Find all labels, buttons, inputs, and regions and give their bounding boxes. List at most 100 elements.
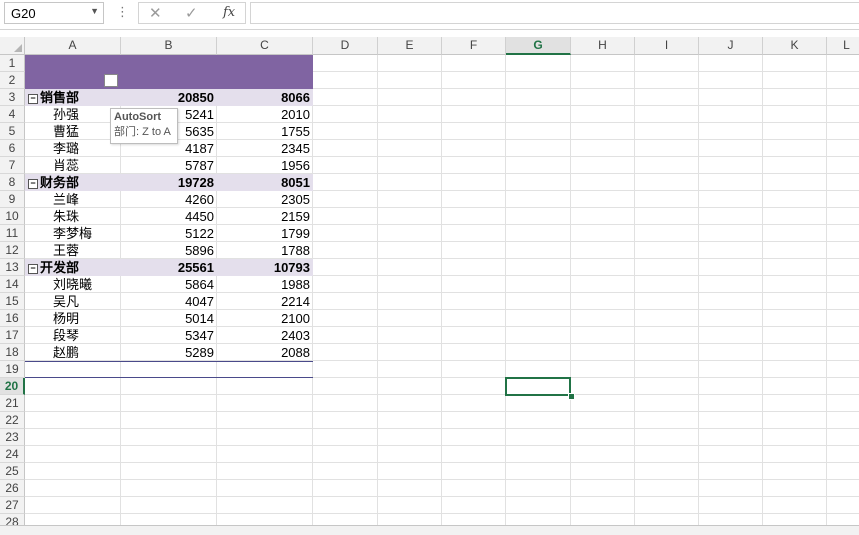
pivot-salary-value[interactable]: 5122 bbox=[121, 225, 217, 242]
pivot-item-label[interactable]: 段琴 bbox=[53, 327, 121, 344]
cancel-icon[interactable]: ✕ bbox=[149, 4, 162, 22]
pivot-salary-value[interactable]: 5896 bbox=[121, 242, 217, 259]
pivot-row-label[interactable] bbox=[28, 72, 102, 89]
row-header-26[interactable]: 26 bbox=[0, 480, 25, 497]
pivot-bonus-value[interactable]: 1799 bbox=[217, 225, 313, 242]
pivot-bonus-value[interactable]: 1956 bbox=[217, 157, 313, 174]
row-header-8[interactable]: 8 bbox=[0, 174, 25, 191]
pivot-bonus-value[interactable]: 1788 bbox=[217, 242, 313, 259]
column-header-g[interactable]: G bbox=[506, 37, 571, 55]
pivot-bonus-value[interactable]: 2305 bbox=[217, 191, 313, 208]
pivot-bonus-value[interactable]: 2159 bbox=[217, 208, 313, 225]
row-header-18[interactable]: 18 bbox=[0, 344, 25, 361]
column-header-c[interactable]: C bbox=[217, 37, 313, 55]
row-header-3[interactable]: 3 bbox=[0, 89, 25, 106]
select-all-button[interactable] bbox=[0, 37, 25, 55]
column-header-h[interactable]: H bbox=[571, 37, 635, 55]
pivot-salary-value[interactable]: 25561 bbox=[121, 259, 217, 276]
pivot-salary-value[interactable]: 20850 bbox=[121, 89, 217, 106]
row-header-25[interactable]: 25 bbox=[0, 463, 25, 480]
pivot-group-label[interactable]: − 开发部 bbox=[28, 259, 124, 276]
pivot-item-label[interactable]: 朱珠 bbox=[53, 208, 121, 225]
pivot-salary-value[interactable]: 4260 bbox=[121, 191, 217, 208]
name-box[interactable]: G20 ▼ bbox=[4, 2, 104, 24]
row-header-11[interactable]: 11 bbox=[0, 225, 25, 242]
pivot-salary-value[interactable]: 5289 bbox=[121, 344, 217, 361]
row-header-20[interactable]: 20 bbox=[0, 378, 25, 395]
row-header-19[interactable]: 19 bbox=[0, 361, 25, 378]
row-header-13[interactable]: 13 bbox=[0, 259, 25, 276]
pivot-bonus-value[interactable]: 2010 bbox=[217, 106, 313, 123]
row-header-27[interactable]: 27 bbox=[0, 497, 25, 514]
pivot-item-label[interactable]: 肖蕊 bbox=[53, 157, 121, 174]
pivot-item-label[interactable]: 杨明 bbox=[53, 310, 121, 327]
column-header-k[interactable]: K bbox=[763, 37, 827, 55]
row-header-15[interactable]: 15 bbox=[0, 293, 25, 310]
collapse-group-icon[interactable]: − bbox=[28, 264, 38, 274]
pivot-bonus-value[interactable]: 2214 bbox=[217, 293, 313, 310]
column-header-i[interactable]: I bbox=[635, 37, 699, 55]
pivot-item-label[interactable]: 刘晓曦 bbox=[53, 276, 121, 293]
collapse-group-icon[interactable]: − bbox=[28, 94, 38, 104]
row-header-4[interactable]: 4 bbox=[0, 106, 25, 123]
row-header-17[interactable]: 17 bbox=[0, 327, 25, 344]
pivot-salary-value[interactable]: 4450 bbox=[121, 208, 217, 225]
grand-total-salary[interactable] bbox=[121, 361, 217, 378]
insert-function-icon[interactable]: fx bbox=[223, 5, 235, 20]
gridline bbox=[25, 394, 859, 395]
column-header-j[interactable]: J bbox=[699, 37, 763, 55]
row-header-16[interactable]: 16 bbox=[0, 310, 25, 327]
row-header-6[interactable]: 6 bbox=[0, 140, 25, 157]
row-header-12[interactable]: 12 bbox=[0, 242, 25, 259]
formula-input[interactable] bbox=[250, 2, 859, 24]
column-header-d[interactable]: D bbox=[313, 37, 378, 55]
row-header-23[interactable]: 23 bbox=[0, 429, 25, 446]
row-header-1[interactable]: 1 bbox=[0, 55, 25, 72]
enter-icon[interactable]: ✓ bbox=[185, 4, 198, 22]
column-header-e[interactable]: E bbox=[378, 37, 442, 55]
pivot-item-label[interactable]: 吴凡 bbox=[53, 293, 121, 310]
pivot-filter-dropdown-icon[interactable] bbox=[104, 74, 118, 87]
pivot-salary-value[interactable]: 5014 bbox=[121, 310, 217, 327]
pivot-salary-value[interactable]: 19728 bbox=[121, 174, 217, 191]
row-header-5[interactable]: 5 bbox=[0, 123, 25, 140]
pivot-bonus-value[interactable]: 8051 bbox=[217, 174, 313, 191]
select-all-icon bbox=[14, 44, 22, 52]
pivot-salary-value[interactable]: 5347 bbox=[121, 327, 217, 344]
column-header-l[interactable]: L bbox=[827, 37, 859, 55]
name-box-dropdown-icon[interactable]: ▼ bbox=[90, 6, 99, 16]
column-header-a[interactable]: A bbox=[25, 37, 121, 55]
row-header-10[interactable]: 10 bbox=[0, 208, 25, 225]
row-header-14[interactable]: 14 bbox=[0, 276, 25, 293]
pivot-bonus-value[interactable]: 1988 bbox=[217, 276, 313, 293]
row-header-24[interactable]: 24 bbox=[0, 446, 25, 463]
row-header-2[interactable]: 2 bbox=[0, 72, 25, 89]
grand-total-bonus[interactable] bbox=[217, 361, 313, 378]
pivot-group-label[interactable]: − 财务部 bbox=[28, 174, 124, 191]
pivot-item-label[interactable]: 王蓉 bbox=[53, 242, 121, 259]
column-header-b[interactable]: B bbox=[121, 37, 217, 55]
row-header-7[interactable]: 7 bbox=[0, 157, 25, 174]
pivot-bonus-value[interactable]: 1755 bbox=[217, 123, 313, 140]
row-header-22[interactable]: 22 bbox=[0, 412, 25, 429]
pivot-bonus-value[interactable]: 2088 bbox=[217, 344, 313, 361]
pivot-salary-value[interactable]: 4047 bbox=[121, 293, 217, 310]
fill-handle[interactable] bbox=[568, 393, 575, 400]
grand-total-label[interactable] bbox=[28, 361, 124, 378]
pivot-salary-value[interactable]: 5864 bbox=[121, 276, 217, 293]
pivot-item-label[interactable]: 兰峰 bbox=[53, 191, 121, 208]
column-header-f[interactable]: F bbox=[442, 37, 506, 55]
pivot-salary-value[interactable]: 5787 bbox=[121, 157, 217, 174]
pivot-item-label[interactable]: 赵鹏 bbox=[53, 344, 121, 361]
row-header-21[interactable]: 21 bbox=[0, 395, 25, 412]
row-header-9[interactable]: 9 bbox=[0, 191, 25, 208]
pivot-bonus-value[interactable]: 2403 bbox=[217, 327, 313, 344]
pivot-bonus-value[interactable]: 10793 bbox=[217, 259, 313, 276]
pivot-group-label[interactable]: − 销售部 bbox=[28, 89, 124, 106]
pivot-bonus-value[interactable]: 2100 bbox=[217, 310, 313, 327]
active-cell-selection[interactable] bbox=[505, 377, 571, 396]
pivot-bonus-value[interactable]: 2345 bbox=[217, 140, 313, 157]
pivot-bonus-value[interactable]: 8066 bbox=[217, 89, 313, 106]
pivot-item-label[interactable]: 李梦梅 bbox=[53, 225, 121, 242]
collapse-group-icon[interactable]: − bbox=[28, 179, 38, 189]
